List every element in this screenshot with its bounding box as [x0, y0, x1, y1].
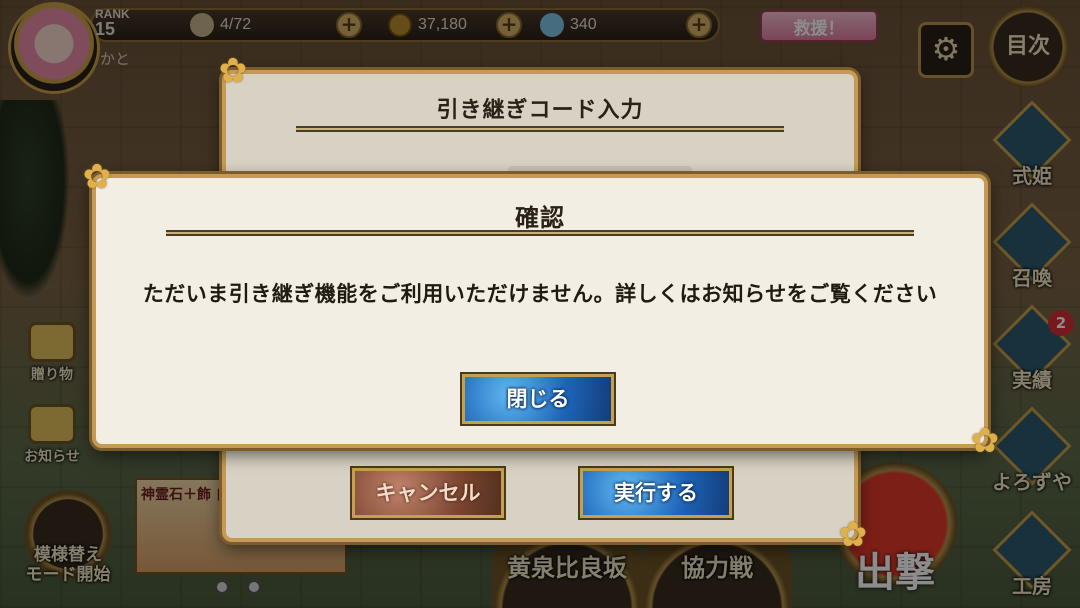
cancel-button[interactable]: キャンセル — [350, 466, 506, 520]
sakura-ornament-icon: ✿ — [970, 421, 1000, 461]
confirm-message: ただいま引き継ぎ機能をご利用いただけません。詳しくはお知らせをご覧ください — [142, 282, 938, 306]
sakura-ornament-icon: ✿ — [82, 157, 112, 197]
sakura-ornament-icon: ✿ — [838, 515, 868, 555]
close-button[interactable]: 閉じる — [460, 372, 616, 426]
title-divider — [166, 230, 914, 236]
confirm-dialog: 確認 ただいま引き継ぎ機能をご利用いただけません。詳しくはお知らせをご覧ください… — [92, 174, 988, 448]
transfer-code-title: 引き継ぎコード入力 — [436, 98, 644, 123]
confirm-title: 確認 — [515, 204, 565, 232]
title-divider — [296, 126, 784, 132]
execute-button[interactable]: 実行する — [578, 466, 734, 520]
sakura-ornament-icon: ✿ — [218, 51, 248, 91]
